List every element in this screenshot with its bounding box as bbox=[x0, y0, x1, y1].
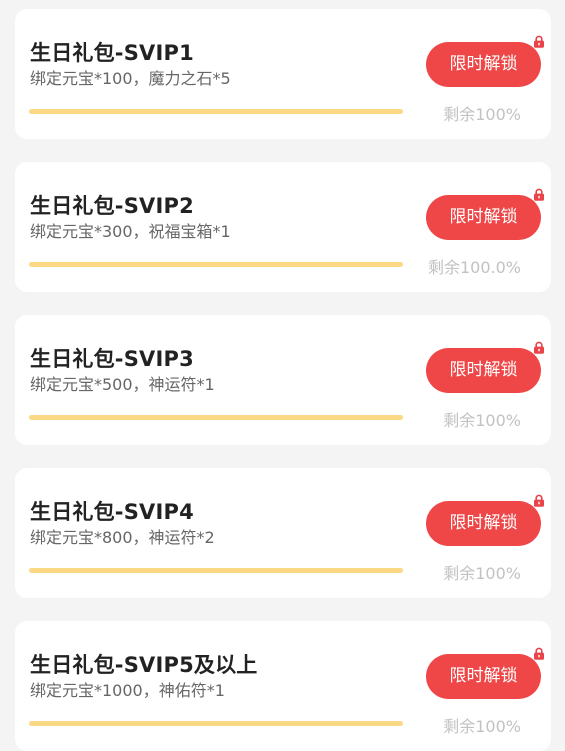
lock-icon bbox=[534, 35, 544, 48]
unlock-button[interactable]: 限时解锁 bbox=[426, 348, 541, 393]
progress-bar bbox=[29, 721, 403, 726]
lock-icon bbox=[534, 188, 544, 201]
gift-list: 生日礼包-SVIP1 绑定元宝*100，魔力之石*5 限时解锁 剩余100% 生… bbox=[0, 0, 565, 751]
gift-card-svip4: 生日礼包-SVIP4 绑定元宝*800，神运符*2 限时解锁 剩余100% bbox=[15, 468, 551, 598]
remaining-text: 剩余100% bbox=[443, 564, 521, 583]
gift-card-svip3: 生日礼包-SVIP3 绑定元宝*500，神运符*1 限时解锁 剩余100% bbox=[15, 315, 551, 445]
lock-icon bbox=[534, 647, 544, 660]
remaining-text: 剩余100% bbox=[443, 105, 521, 124]
lock-icon bbox=[534, 494, 544, 507]
progress-fill bbox=[29, 262, 403, 267]
unlock-button[interactable]: 限时解锁 bbox=[426, 42, 541, 87]
unlock-button[interactable]: 限时解锁 bbox=[426, 195, 541, 240]
gift-description: 绑定元宝*500，神运符*1 bbox=[30, 375, 215, 394]
gift-description: 绑定元宝*800，神运符*2 bbox=[30, 528, 215, 547]
remaining-text: 剩余100.0% bbox=[427, 258, 521, 277]
progress-bar bbox=[29, 568, 403, 573]
gift-title: 生日礼包-SVIP1 bbox=[30, 41, 194, 65]
progress-bar bbox=[29, 262, 403, 267]
remaining-text: 剩余100% bbox=[443, 411, 521, 430]
gift-title: 生日礼包-SVIP4 bbox=[30, 500, 194, 524]
gift-description: 绑定元宝*100，魔力之石*5 bbox=[30, 69, 231, 88]
gift-card-svip2: 生日礼包-SVIP2 绑定元宝*300，祝福宝箱*1 限时解锁 剩余100.0% bbox=[15, 162, 551, 292]
unlock-button[interactable]: 限时解锁 bbox=[426, 654, 541, 699]
remaining-text: 剩余100% bbox=[443, 717, 521, 736]
gift-title: 生日礼包-SVIP5及以上 bbox=[30, 653, 258, 677]
progress-bar bbox=[29, 415, 403, 420]
progress-fill bbox=[29, 568, 403, 573]
gift-card-svip5: 生日礼包-SVIP5及以上 绑定元宝*1000，神佑符*1 限时解锁 剩余100… bbox=[15, 621, 551, 751]
gift-description: 绑定元宝*1000，神佑符*1 bbox=[30, 681, 225, 700]
progress-fill bbox=[29, 109, 403, 114]
unlock-button[interactable]: 限时解锁 bbox=[426, 501, 541, 546]
lock-icon bbox=[534, 341, 544, 354]
gift-title: 生日礼包-SVIP3 bbox=[30, 347, 194, 371]
gift-title: 生日礼包-SVIP2 bbox=[30, 194, 194, 218]
progress-fill bbox=[29, 415, 403, 420]
gift-description: 绑定元宝*300，祝福宝箱*1 bbox=[30, 222, 231, 241]
progress-bar bbox=[29, 109, 403, 114]
gift-card-svip1: 生日礼包-SVIP1 绑定元宝*100，魔力之石*5 限时解锁 剩余100% bbox=[15, 9, 551, 139]
progress-fill bbox=[29, 721, 403, 726]
